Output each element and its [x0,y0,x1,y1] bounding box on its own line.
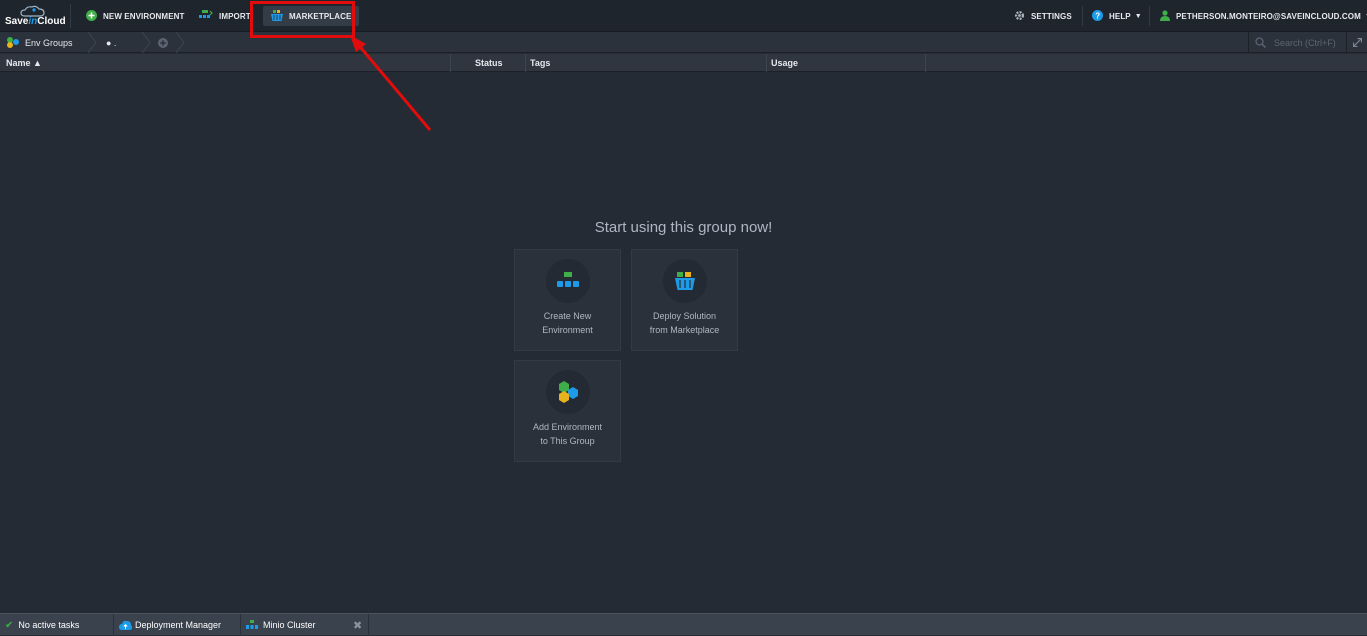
breadcrumb-current-group[interactable]: ● . [106,32,116,53]
marketplace-button[interactable]: MARKETPLACE [263,6,360,26]
column-header-name[interactable]: Name ▲ [0,54,451,72]
add-subgroup-button[interactable] [158,32,168,53]
saveincloud-logo[interactable]: SaveinCloud [3,4,66,30]
card-label-line1: Deploy Solution [652,311,717,321]
new-environment-button[interactable]: NEW ENVIRONMENT [86,6,185,26]
logo-text-cloud: Cloud [37,16,66,27]
user-menu-button[interactable]: PETHERSON.MONTEIRO@SAVEINCLOUD.COM ▼ [1160,6,1367,26]
table-header: Name ▲ Status Tags Usage [0,54,1367,72]
add-environment-to-group-card[interactable]: Add Environment to This Group [514,360,621,462]
search-icon [1255,37,1266,48]
environment-icon [246,620,258,629]
settings-label: SETTINGS [1031,11,1072,21]
marketplace-label: MARKETPLACE [289,11,352,21]
card-label-line1: Create New [543,311,592,321]
card-label-line2: to This Group [540,436,595,446]
close-icon[interactable]: ✖ [353,619,362,632]
divider [1082,6,1083,26]
tasks-status[interactable]: ✔ No active tasks [0,614,114,636]
card-label-line2: from Marketplace [649,325,720,335]
deploy-from-marketplace-card[interactable]: Deploy Solution from Marketplace [631,249,738,351]
task-bar: ✔ No active tasks Deployment Manager Min… [0,613,1367,636]
tasks-label: No active tasks [18,620,80,630]
check-icon: ✔ [5,619,14,631]
logo-text-save: Save [5,16,29,27]
create-new-environment-card[interactable]: Create New Environment [514,249,621,351]
breadcrumb-env-groups[interactable]: Env Groups [6,32,73,53]
import-icon [199,9,213,23]
deployment-manager-tab[interactable]: Deployment Manager [114,614,241,636]
divider [1149,6,1150,26]
minio-cluster-tab[interactable]: Minio Cluster ✖ [241,614,369,636]
minio-cluster-label: Minio Cluster [263,620,316,630]
basket-icon [271,9,283,23]
plus-circle-icon [158,37,168,48]
svg-text:?: ? [1095,11,1100,20]
top-toolbar: SaveinCloud NEW ENVIRONMENT IMPORT MARKE… [0,0,1367,32]
basket-icon [675,272,695,290]
column-header-status[interactable]: Status [451,54,526,72]
chevron-right-icon [175,32,185,53]
env-groups-icon [6,36,20,50]
hexagon-group-icon [559,381,578,403]
import-button[interactable]: IMPORT [199,6,251,26]
create-environment-icon [557,272,579,287]
column-header-usage[interactable]: Usage [767,54,926,72]
divider [70,4,71,28]
logo-text-in: in [28,16,38,27]
env-groups-label: Env Groups [25,37,73,48]
card-label-line2: Environment [542,325,593,335]
help-circle-icon: ? [1092,9,1103,23]
help-button[interactable]: ? HELP ▼ [1092,6,1142,26]
empty-state-title: Start using this group now! [594,219,773,236]
search-input[interactable]: Search (Ctrl+F) [1248,32,1346,53]
import-label: IMPORT [219,11,251,21]
deployment-manager-label: Deployment Manager [135,620,222,630]
expand-button[interactable] [1346,32,1367,53]
help-label: HELP [1109,11,1131,21]
gear-icon [1014,10,1025,23]
chevron-right-icon [87,32,97,53]
cloud-upload-icon [119,620,132,630]
chevron-right-icon [141,32,151,53]
caret-down-icon: ▼ [1134,12,1142,20]
expand-icon [1352,38,1362,47]
current-group-label: ● . [106,37,117,48]
user-email: PETHERSON.MONTEIRO@SAVEINCLOUD.COM [1176,11,1361,21]
breadcrumb: Env Groups ● . Search (Ctrl+F) [0,32,1367,53]
settings-button[interactable]: SETTINGS [1014,6,1072,26]
plus-circle-icon [86,9,97,23]
search-placeholder: Search (Ctrl+F) [1274,37,1336,48]
user-icon [1160,9,1170,23]
environment-list-area: Start using this group now! Create New E… [0,73,1367,613]
card-label-line1: Add Environment [532,422,603,432]
column-header-tags[interactable]: Tags [526,54,767,72]
new-environment-label: NEW ENVIRONMENT [103,11,185,21]
